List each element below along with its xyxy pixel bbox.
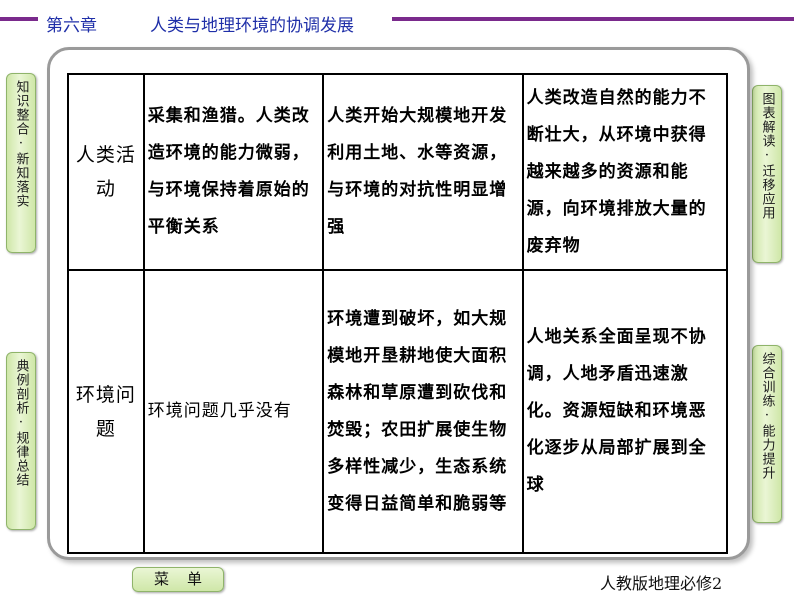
nav-cases-label: 典例剖析·规律总结 (13, 359, 29, 487)
table-cell: 人类开始大规模地开发利用土地、水等资源，与环境的对抗性明显增强 (322, 73, 524, 271)
nav-charts-label: 图表解读·迁移应用 (759, 92, 775, 220)
nav-charts-button[interactable]: 图表解读·迁移应用 (752, 85, 782, 263)
header-bar: 第六章 人类与地理环境的协调发展 (0, 0, 794, 40)
chapter-label: 第六章 (46, 16, 97, 36)
nav-knowledge-label: 知识整合·新知落实 (13, 80, 29, 208)
menu-button[interactable]: 菜单 (132, 567, 224, 592)
textbook-label: 人教版地理必修2 (600, 574, 723, 593)
row-header-human-activity: 人类活动 (67, 73, 145, 271)
nav-training-label: 综合训练·能力提升 (759, 352, 775, 480)
table-cell: 采集和渔猎。人类改造环境的能力微弱，与环境保持着原始的平衡关系 (142, 73, 325, 271)
table-row: 人类活动 采集和渔猎。人类改造环境的能力微弱，与环境保持着原始的平衡关系 人类开… (67, 73, 729, 271)
table-cell: 环境问题几乎没有 (142, 269, 325, 554)
nav-training-button[interactable]: 综合训练·能力提升 (752, 345, 782, 523)
nav-knowledge-button[interactable]: 知识整合·新知落实 (6, 73, 36, 253)
comparison-table: 人类活动 采集和渔猎。人类改造环境的能力微弱，与环境保持着原始的平衡关系 人类开… (67, 73, 729, 554)
table-cell: 人类改造自然的能力不断壮大，从环境中获得越来越多的资源和能源，向环境排放大量的废… (521, 73, 729, 271)
table-row: 环境问题 环境问题几乎没有 环境遭到破坏，如大规模地开垦耕地使大面积森林和草原遭… (67, 269, 729, 554)
table-cell: 人地关系全面呈现不协调，人地矛盾迅速激化。资源短缺和环境恶化逐步从局部扩展到全球 (521, 269, 729, 554)
nav-cases-button[interactable]: 典例剖析·规律总结 (6, 352, 36, 530)
page-title: 人类与地理环境的协调发展 (150, 16, 354, 36)
header-accent-left (0, 17, 38, 21)
row-header-environment: 环境问题 (67, 269, 145, 554)
table-cell: 环境遭到破坏，如大规模地开垦耕地使大面积森林和草原遭到砍伐和焚毁；农田扩展使生物… (322, 269, 524, 554)
header-accent-right (392, 17, 794, 21)
